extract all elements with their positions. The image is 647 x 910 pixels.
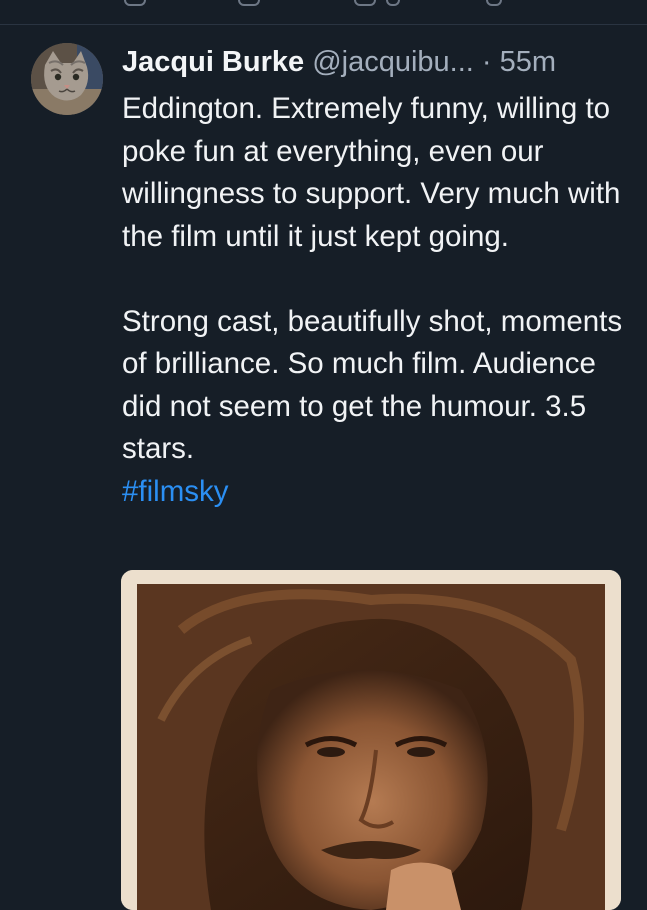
like-icon[interactable] [386,0,400,6]
post-time[interactable]: 55m [500,46,556,78]
post-paragraph-2: Strong cast, beautifully shot, moments o… [122,304,623,466]
movie-still-image [121,570,621,910]
separator-dot: · [481,46,492,78]
post-body: Eddington. Extremely funny, willing to p… [122,88,627,513]
cat-avatar-image [31,43,103,115]
post-paragraph-1: Eddington. Extremely funny, willing to p… [122,92,621,253]
like-icon[interactable] [354,0,376,6]
hashtag-link[interactable]: #filmsky [122,475,229,508]
avatar[interactable] [31,43,103,115]
author-name[interactable]: Jacqui Burke [122,46,304,78]
post-image[interactable] [121,570,621,910]
more-icon[interactable] [486,0,502,6]
author-handle[interactable]: @jacquibu... [312,46,474,78]
repost-icon[interactable] [238,0,260,6]
post-header: Jacqui Burke @jacquibu... · 55m [122,42,627,82]
reply-icon[interactable] [124,0,146,6]
previous-post-action-bar [0,0,647,25]
